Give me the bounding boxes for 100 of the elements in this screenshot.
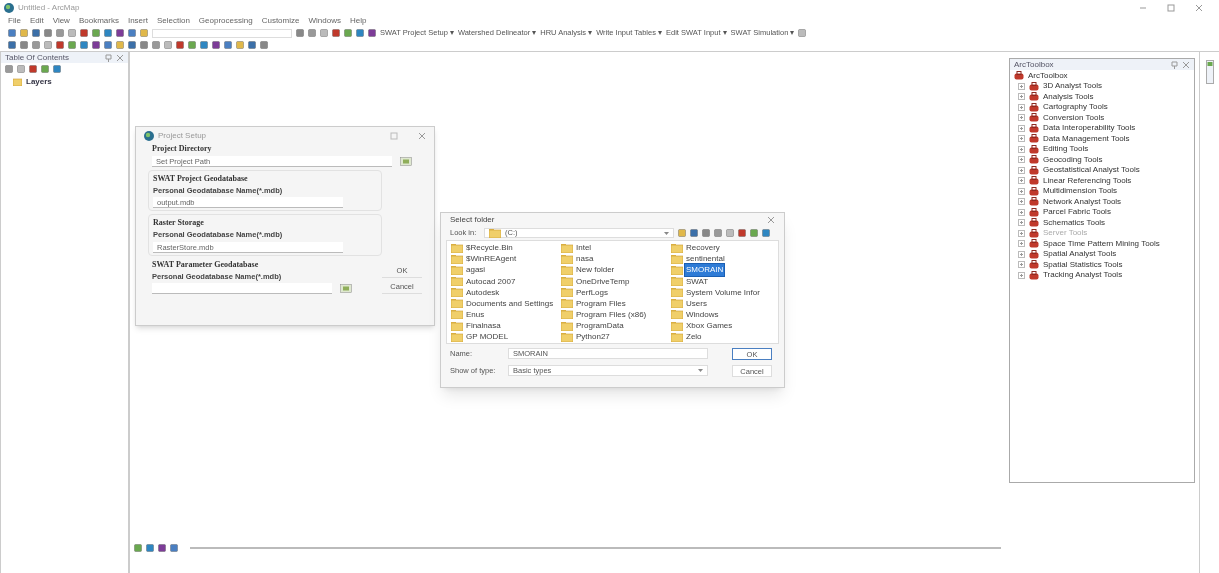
menu-item[interactable]: Edit — [29, 15, 44, 27]
folder-item[interactable]: nasa — [575, 253, 595, 266]
folder-item[interactable]: $WinREAgent — [465, 253, 518, 266]
catalog-tab-icon[interactable] — [1205, 60, 1214, 84]
globe-icon — [144, 130, 154, 141]
expand-icon[interactable] — [1018, 271, 1025, 279]
menu-item[interactable]: File — [8, 15, 21, 27]
folder-icon — [451, 332, 463, 342]
toolbox-icon — [1029, 81, 1039, 91]
toolbox-icon — [1029, 197, 1039, 207]
menu-item[interactable]: Windows — [308, 15, 341, 27]
close-icon[interactable] — [116, 53, 124, 62]
maximize-icon[interactable] — [390, 131, 398, 140]
expand-icon[interactable] — [1018, 145, 1025, 153]
pin-icon[interactable] — [105, 53, 112, 62]
close-icon[interactable] — [1195, 3, 1203, 12]
folder-icon[interactable] — [340, 283, 352, 293]
expand-icon[interactable] — [1018, 208, 1025, 216]
tree-item[interactable]: Geocoding Tools — [1043, 153, 1103, 166]
folder-item[interactable]: Autocad 2007 — [465, 275, 517, 288]
expand-icon[interactable] — [1018, 82, 1025, 90]
tree-item[interactable]: Network Analyst Tools — [1043, 195, 1122, 208]
folder-item[interactable]: Intel — [575, 242, 593, 255]
expand-icon[interactable] — [1018, 261, 1025, 269]
menu-item[interactable]: Geoprocessing — [198, 15, 253, 27]
folder-item[interactable]: Windows — [685, 308, 720, 321]
expand-icon[interactable] — [1018, 156, 1025, 164]
expand-icon[interactable] — [1018, 124, 1025, 132]
expand-icon[interactable] — [1018, 177, 1025, 185]
folder-item[interactable]: SWAT — [685, 275, 710, 288]
folder-item[interactable]: Recovery — [685, 242, 721, 255]
folder-item[interactable]: agasi — [465, 264, 487, 277]
expand-icon[interactable] — [1018, 219, 1025, 227]
tree-item[interactable]: Tracking Analyst Tools — [1043, 269, 1123, 282]
folder-item[interactable]: SMORAIN — [685, 264, 725, 277]
folder-item[interactable]: Documents and Settings — [465, 297, 555, 310]
tree-item[interactable]: Analysis Tools — [1043, 90, 1094, 103]
folder-item[interactable]: Users — [685, 297, 708, 310]
menu-item[interactable]: Selection — [156, 15, 190, 27]
expand-icon[interactable] — [1018, 135, 1025, 143]
tree-item[interactable]: ArcToolbox — [1028, 69, 1068, 82]
menu-item[interactable]: Help — [349, 15, 367, 27]
tool-icon[interactable] — [798, 29, 807, 37]
tree-item[interactable]: Multidimension Tools — [1043, 185, 1118, 198]
folder-item[interactable]: Autodesk — [465, 286, 501, 299]
toolbox-icon — [1029, 239, 1039, 249]
expand-icon[interactable] — [1018, 93, 1025, 101]
folder-item[interactable]: Xbox Games — [685, 320, 734, 332]
close-icon[interactable] — [418, 131, 426, 140]
input-field[interactable] — [152, 282, 332, 294]
folder-icon — [451, 254, 463, 264]
folder-icon — [451, 277, 463, 287]
folder-item[interactable]: PerfLogs — [575, 286, 610, 299]
toolbox-icon — [1029, 176, 1039, 186]
folder-icon[interactable] — [400, 157, 412, 166]
expand-icon[interactable] — [1018, 198, 1025, 206]
expand-icon[interactable] — [1018, 250, 1025, 258]
folder-item[interactable]: $Recycle.Bin — [465, 242, 514, 255]
tree-item[interactable]: Geostatistical Analyst Tools — [1043, 164, 1140, 177]
expand-icon[interactable] — [1018, 240, 1025, 248]
folder-item[interactable]: ProgramData — [575, 320, 625, 332]
tree-item[interactable]: Cartography Tools — [1043, 101, 1108, 114]
horizontal-scrollbar[interactable] — [190, 547, 1001, 549]
tree-item[interactable]: Space Time Pattern Mining Tools — [1043, 237, 1160, 250]
folder-item[interactable]: Finalnasa — [465, 320, 502, 332]
tree-item[interactable]: 3D Analyst Tools — [1043, 80, 1102, 93]
folder-item[interactable]: GP MODEL — [465, 331, 510, 344]
expand-icon[interactable] — [1018, 229, 1025, 237]
menu-item[interactable]: Customize — [261, 15, 300, 27]
tree-item[interactable]: Data Management Tools — [1043, 132, 1130, 145]
menu-item[interactable]: View — [52, 15, 70, 27]
menu-item[interactable]: Insert — [127, 15, 148, 27]
tree-item[interactable]: Data Interoperability Tools — [1043, 122, 1136, 135]
folder-item[interactable]: System Volume Infor — [685, 286, 761, 299]
maximize-icon[interactable] — [1167, 3, 1175, 12]
folder-item[interactable]: Python27 — [575, 331, 611, 344]
tree-item[interactable]: Spatial Statistics Tools — [1043, 258, 1123, 271]
close-icon[interactable] — [1182, 60, 1190, 69]
folder-item[interactable]: sentinental — [685, 253, 726, 266]
expand-icon[interactable] — [1018, 114, 1025, 122]
folder-item[interactable]: Zelo — [685, 331, 703, 344]
tree-item[interactable]: Conversion Tools — [1043, 111, 1105, 124]
expand-icon[interactable] — [1018, 103, 1025, 111]
scale-field[interactable] — [152, 28, 292, 38]
pin-icon[interactable] — [1171, 60, 1178, 69]
close-icon[interactable] — [767, 216, 775, 224]
tree-item[interactable]: Editing Tools — [1043, 143, 1089, 156]
tree-item[interactable]: Parcel Fabric Tools — [1043, 206, 1111, 219]
tree-item[interactable]: Schematics Tools — [1043, 216, 1106, 229]
tree-item[interactable]: Spatial Analyst Tools — [1043, 248, 1117, 261]
folder-item[interactable]: Program Files (x86) — [575, 308, 648, 321]
menu-item[interactable]: Bookmarks — [78, 15, 119, 27]
expand-icon[interactable] — [1018, 187, 1025, 195]
folder-item[interactable]: OneDriveTemp — [575, 275, 631, 288]
folder-item[interactable]: Enus — [465, 308, 486, 321]
folder-item[interactable]: New folder — [575, 264, 616, 277]
folder-item[interactable]: Program Files — [575, 297, 627, 310]
folder-icon — [561, 288, 573, 298]
expand-icon[interactable] — [1018, 166, 1025, 174]
tree-item[interactable]: Linear Referencing Tools — [1043, 174, 1132, 187]
